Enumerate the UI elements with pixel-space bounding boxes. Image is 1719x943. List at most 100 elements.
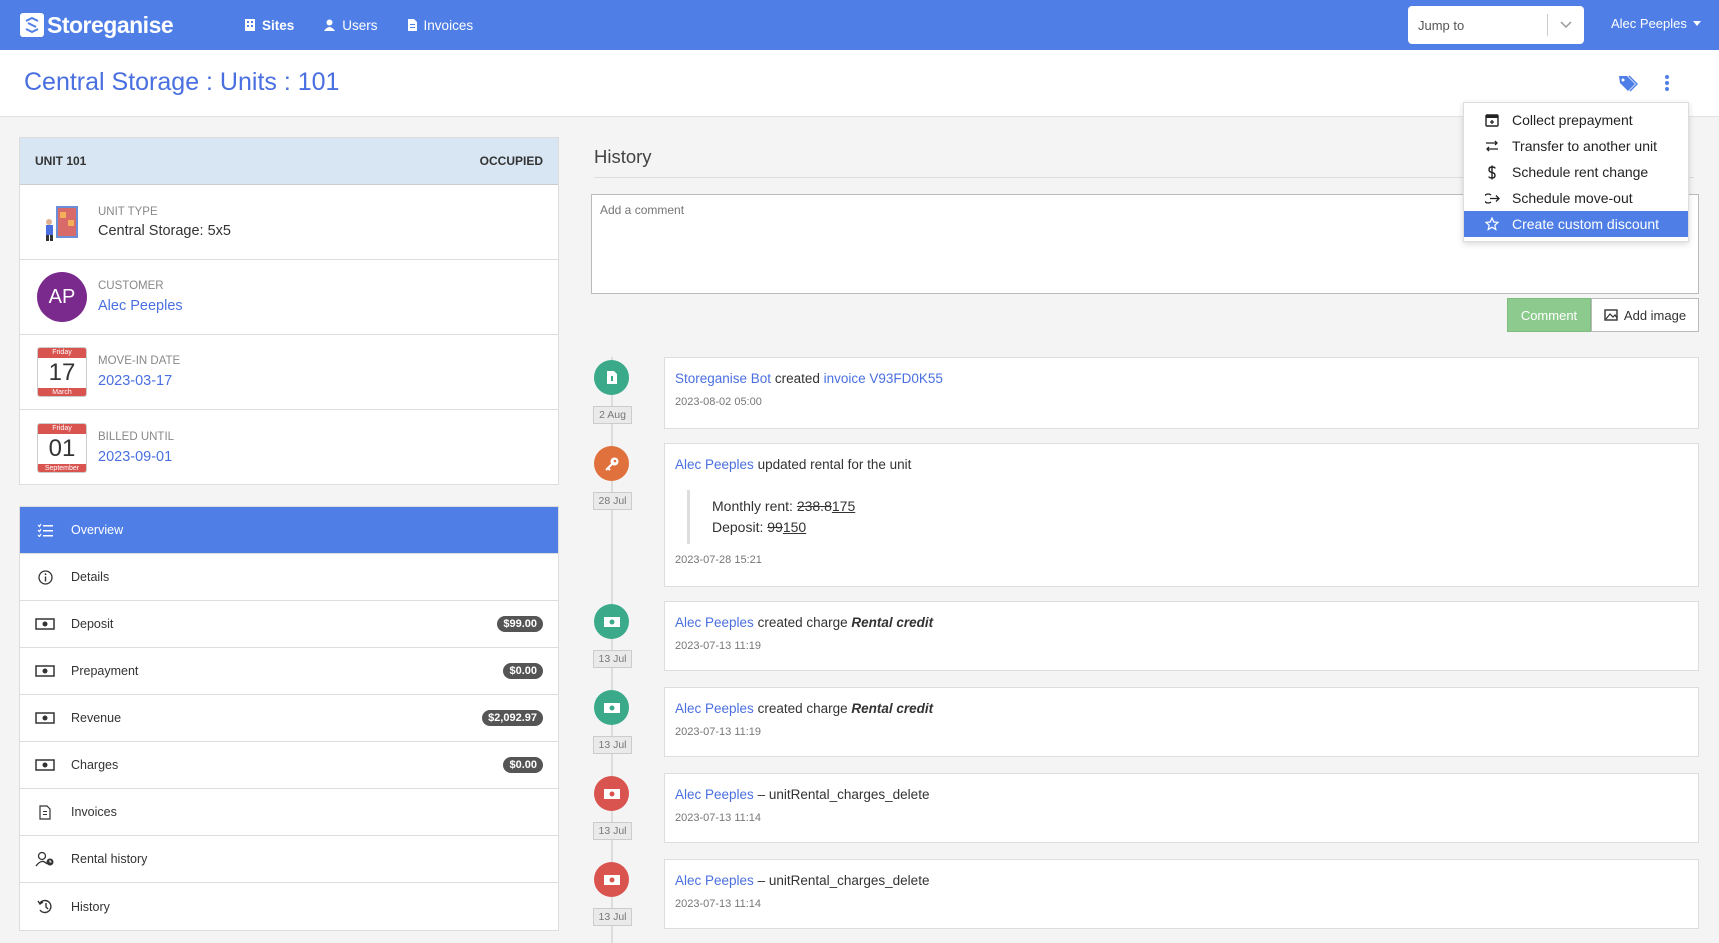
brand-logo-link[interactable]: Storeganise <box>20 12 220 39</box>
menu-item-details[interactable]: Details <box>20 554 558 601</box>
schedule-rent-change-item[interactable]: Schedule rent change <box>1464 159 1688 185</box>
invoice-icon <box>407 19 417 31</box>
entry-action: – unitRental_charges_delete <box>757 873 930 888</box>
customer-label: CUSTOMER <box>98 280 164 292</box>
nav-invoices-label: Invoices <box>423 17 474 33</box>
invoice-icon <box>35 804 55 820</box>
deposit-amount-badge: $99.00 <box>497 616 543 632</box>
entry-timestamp: 2023-08-02 05:00 <box>675 396 762 408</box>
money-icon <box>594 862 629 897</box>
money-icon <box>35 665 55 677</box>
calendar-day: 17 <box>48 359 76 386</box>
menu-item-deposit[interactable]: Deposit $99.00 <box>20 601 558 648</box>
history-panel: History Comment Add image 2 Aug Storegan… <box>591 137 1701 943</box>
image-icon <box>1604 309 1618 321</box>
user-clock-icon <box>35 851 55 867</box>
timeline-card: Storeganise Bot created invoice V93FD0K5… <box>664 357 1699 429</box>
dropdown-item-label: Collect prepayment <box>1512 112 1633 128</box>
add-image-label: Add image <box>1623 307 1687 323</box>
user-icon <box>324 19 336 31</box>
invoice-icon <box>594 360 629 395</box>
entry-action: created charge <box>757 701 848 716</box>
invoice-link[interactable]: invoice V93FD0K55 <box>824 371 943 386</box>
menu-item-label: Invoices <box>71 805 117 819</box>
top-navbar: Storeganise Sites Users Invoices Jump to… <box>0 0 1719 50</box>
collect-prepayment-item[interactable]: Collect prepayment <box>1464 107 1688 133</box>
more-options-icon[interactable] <box>1664 74 1670 95</box>
menu-item-label: Revenue <box>71 711 122 725</box>
entry-timestamp: 2023-07-13 11:19 <box>675 640 762 652</box>
dropdown-item-label: Transfer to another unit <box>1512 138 1658 154</box>
rent-label: Monthly rent: <box>712 498 793 514</box>
calendar-icon: Friday 01 September <box>37 422 87 473</box>
menu-item-label: Details <box>71 570 110 584</box>
menu-item-overview[interactable]: Overview <box>20 507 558 554</box>
list-icon <box>35 523 55 537</box>
entry-timestamp: 2023-07-28 15:21 <box>675 554 762 566</box>
deposit-label: Deposit: <box>712 519 764 535</box>
charges-amount-badge: $0.00 <box>503 757 543 773</box>
money-icon <box>35 759 55 771</box>
transfer-unit-item[interactable]: Transfer to another unit <box>1464 133 1688 159</box>
actor-link[interactable]: Alec Peeples <box>675 873 754 888</box>
building-icon <box>245 19 255 31</box>
move-out-icon <box>1484 192 1500 205</box>
timeline-date: 2 Aug <box>593 406 632 424</box>
create-custom-discount-item[interactable]: Create custom discount <box>1464 211 1688 237</box>
unit-side-menu: Overview Details Deposit $99.00 Prepayme… <box>19 506 559 931</box>
deposit-old-value: 99 <box>767 519 783 535</box>
timeline-card: Alec Peeples – unitRental_charges_delete… <box>664 773 1699 843</box>
customer-name-link[interactable]: Alec Peeples <box>98 298 183 314</box>
actor-link[interactable]: Alec Peeples <box>675 701 754 716</box>
timeline-date: 13 Jul <box>593 908 632 926</box>
timeline-date: 28 Jul <box>593 492 632 510</box>
money-icon <box>35 618 55 630</box>
menu-item-label: Overview <box>71 523 124 537</box>
chevron-down-icon[interactable] <box>1548 21 1584 29</box>
unit-actions-dropdown: Collect prepayment Transfer to another u… <box>1463 102 1689 242</box>
caret-down-icon <box>1692 21 1701 26</box>
menu-item-prepayment[interactable]: Prepayment $0.00 <box>20 648 558 695</box>
move-in-date-link[interactable]: 2023-03-17 <box>98 373 172 389</box>
storeganise-logo-icon <box>20 13 44 37</box>
jump-to-select[interactable]: Jump to <box>1408 6 1584 44</box>
brand-name: Storeganise <box>47 11 174 38</box>
entry-timestamp: 2023-07-13 11:19 <box>675 726 762 738</box>
comment-button[interactable]: Comment <box>1507 298 1591 332</box>
add-image-button[interactable]: Add image <box>1591 298 1699 332</box>
entry-timestamp: 2023-07-13 11:14 <box>675 812 762 824</box>
tags-icon[interactable] <box>1618 74 1639 95</box>
unit-type-value: Central Storage: 5x5 <box>98 222 231 239</box>
menu-item-label: History <box>71 899 110 914</box>
actor-link[interactable]: Storeganise Bot <box>675 371 771 386</box>
schedule-move-out-item[interactable]: Schedule move-out <box>1464 185 1688 211</box>
dropdown-item-label: Create custom discount <box>1512 216 1660 232</box>
money-icon <box>35 712 55 724</box>
rental-change-quote: Monthly rent: 238.8175 Deposit: 99150 <box>687 490 1688 544</box>
menu-item-charges[interactable]: Charges $0.00 <box>20 742 558 789</box>
nav-users-link[interactable]: Users <box>324 18 378 33</box>
timeline-card: Alec Peeples – unitRental_charges_delete… <box>664 859 1699 929</box>
billed-until-row: Friday 01 September BILLED UNTIL 2023-09… <box>20 410 558 485</box>
nav-invoices-link[interactable]: Invoices <box>407 17 474 33</box>
user-menu[interactable]: Alec Peeples <box>1611 16 1701 31</box>
menu-item-revenue[interactable]: Revenue $2,092.97 <box>20 695 558 742</box>
history-icon <box>35 899 55 914</box>
nav-sites-link[interactable]: Sites <box>245 18 294 33</box>
menu-item-history[interactable]: History <box>20 883 558 930</box>
move-in-row: Friday 17 March MOVE-IN DATE 2023-03-17 <box>20 335 558 410</box>
entry-action: updated rental for the unit <box>757 457 912 472</box>
actor-link[interactable]: Alec Peeples <box>675 457 754 472</box>
menu-item-rental-history[interactable]: Rental history <box>20 836 558 883</box>
revenue-amount-badge: $2,092.97 <box>482 710 543 726</box>
timeline-date: 13 Jul <box>593 650 632 668</box>
entry-action: – unitRental_charges_delete <box>757 787 930 802</box>
storage-unit-icon <box>36 196 88 248</box>
menu-item-invoices[interactable]: Invoices <box>20 789 558 836</box>
actor-link[interactable]: Alec Peeples <box>675 615 754 630</box>
actor-link[interactable]: Alec Peeples <box>675 787 754 802</box>
entry-timestamp: 2023-07-13 11:14 <box>675 898 762 910</box>
user-menu-name: Alec Peeples <box>1611 16 1687 31</box>
unit-type-row: UNIT TYPE Central Storage: 5x5 <box>20 185 558 260</box>
billed-until-date-link[interactable]: 2023-09-01 <box>98 449 172 465</box>
